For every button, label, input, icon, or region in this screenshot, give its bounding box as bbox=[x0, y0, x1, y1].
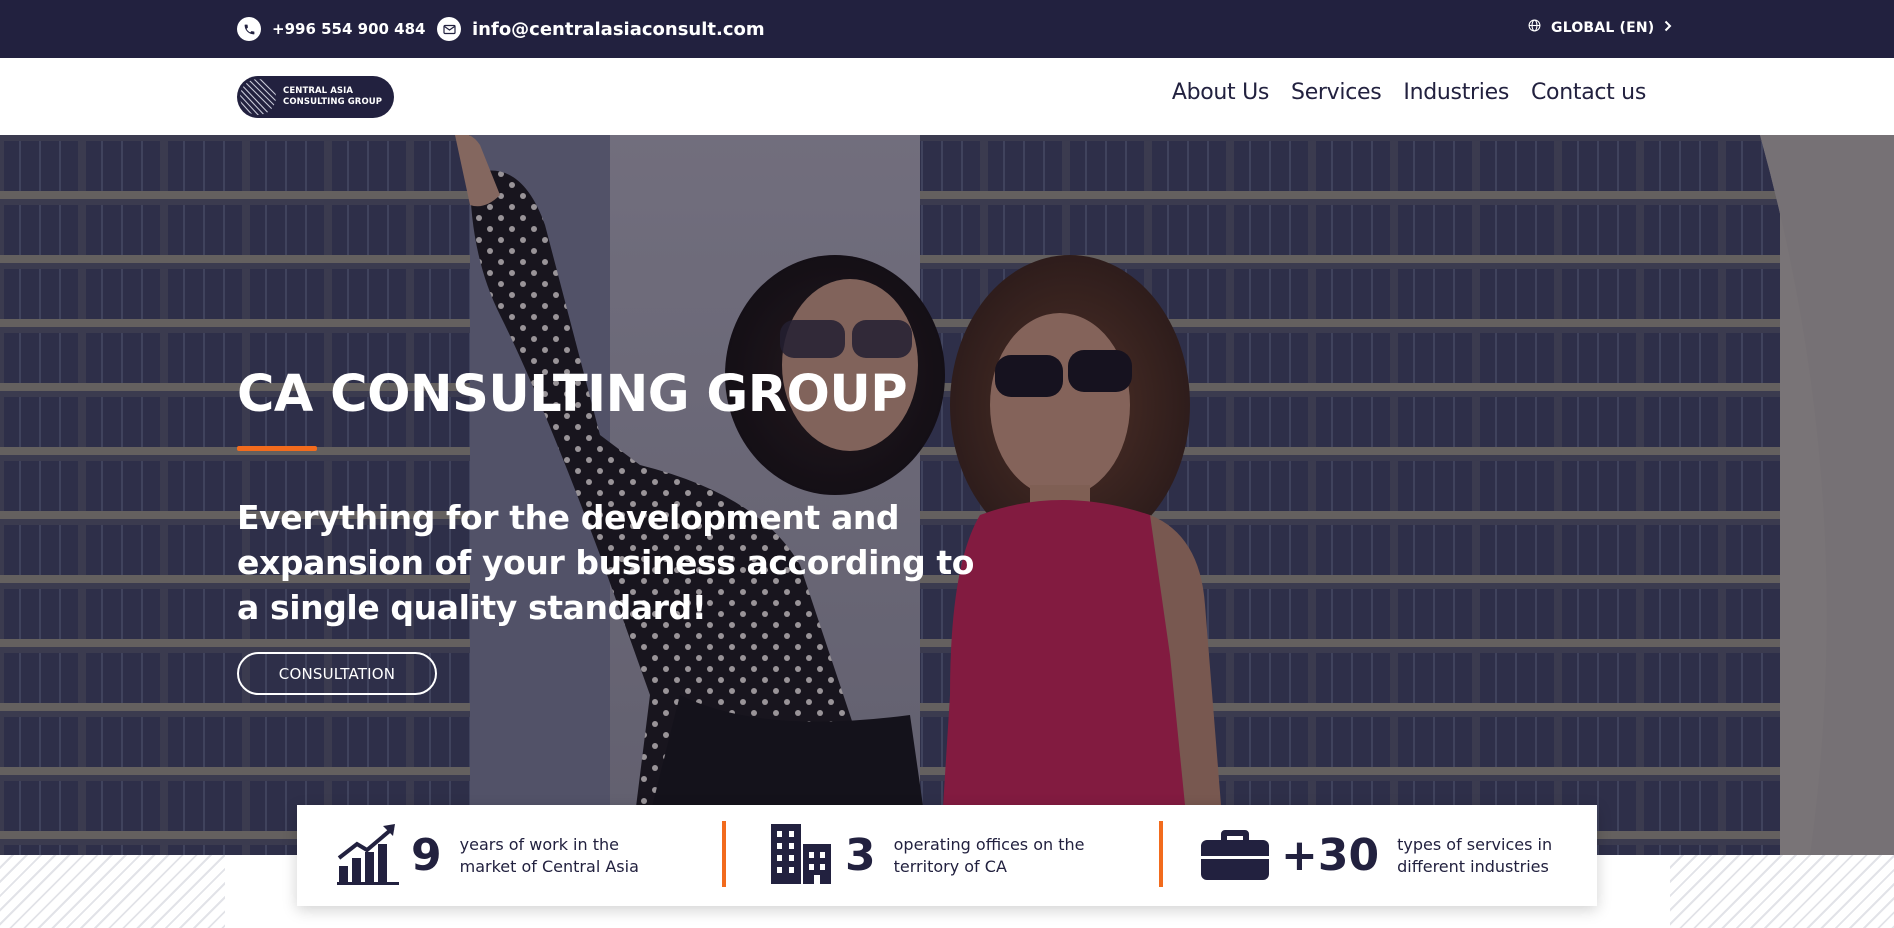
chevron-right-icon bbox=[1664, 20, 1672, 36]
logo-text: CENTRAL ASIA CONSULTING GROUP bbox=[283, 86, 383, 107]
stat-years-value: 9 bbox=[411, 830, 442, 881]
company-logo[interactable]: CENTRAL ASIA CONSULTING GROUP bbox=[237, 76, 394, 118]
consultation-button[interactable]: CONSULTATION bbox=[237, 652, 437, 695]
language-selector[interactable]: GLOBAL (EN) bbox=[1528, 19, 1672, 36]
stat-divider bbox=[722, 821, 726, 887]
stat-offices: 3 operating offices on the territory of … bbox=[769, 805, 1094, 906]
main-header: CENTRAL ASIA CONSULTING GROUP About Us S… bbox=[0, 58, 1894, 135]
main-navigation: About Us Services Industries Contact us bbox=[1172, 80, 1646, 105]
growth-chart-icon bbox=[337, 822, 399, 890]
decorative-stripes-left bbox=[0, 855, 225, 928]
phone-number: +996 554 900 484 bbox=[272, 20, 426, 38]
stat-divider bbox=[1159, 821, 1163, 887]
nav-about-us[interactable]: About Us bbox=[1172, 80, 1270, 105]
hero-banner: CA CONSULTING GROUP Everything for the d… bbox=[0, 135, 1894, 855]
logo-swirl-icon bbox=[240, 79, 276, 115]
stat-services-value: +30 bbox=[1281, 830, 1380, 881]
stat-services: +30 types of services in different indus… bbox=[1201, 805, 1557, 906]
buildings-icon bbox=[769, 822, 833, 890]
stat-offices-text: operating offices on the territory of CA bbox=[893, 834, 1085, 876]
briefcase-icon bbox=[1201, 826, 1269, 886]
email-link[interactable]: info@centralasiaconsult.com bbox=[437, 17, 765, 41]
nav-services[interactable]: Services bbox=[1291, 80, 1382, 105]
stats-card: 9 years of work in the market of Central… bbox=[297, 805, 1597, 906]
stat-years: 9 years of work in the market of Central… bbox=[337, 805, 675, 906]
mail-icon bbox=[437, 17, 461, 41]
stat-offices-value: 3 bbox=[845, 830, 876, 881]
hero-subtitle: Everything for the development and expan… bbox=[237, 498, 975, 627]
phone-link[interactable]: +996 554 900 484 bbox=[237, 17, 425, 41]
top-bar: +996 554 900 484 info@centralasiaconsult… bbox=[0, 0, 1894, 58]
nav-contact-us[interactable]: Contact us bbox=[1531, 80, 1646, 105]
phone-icon bbox=[237, 17, 261, 41]
globe-icon bbox=[1528, 19, 1541, 36]
email-address: info@centralasiaconsult.com bbox=[472, 18, 765, 40]
stat-services-text: types of services in different industrie… bbox=[1397, 834, 1553, 876]
title-underline bbox=[237, 446, 317, 451]
language-label: GLOBAL (EN) bbox=[1551, 19, 1655, 36]
nav-industries[interactable]: Industries bbox=[1403, 80, 1509, 105]
hero-title: CA CONSULTING GROUP bbox=[237, 365, 908, 424]
decorative-stripes-right bbox=[1670, 855, 1894, 928]
stat-years-text: years of work in the market of Central A… bbox=[459, 834, 639, 876]
